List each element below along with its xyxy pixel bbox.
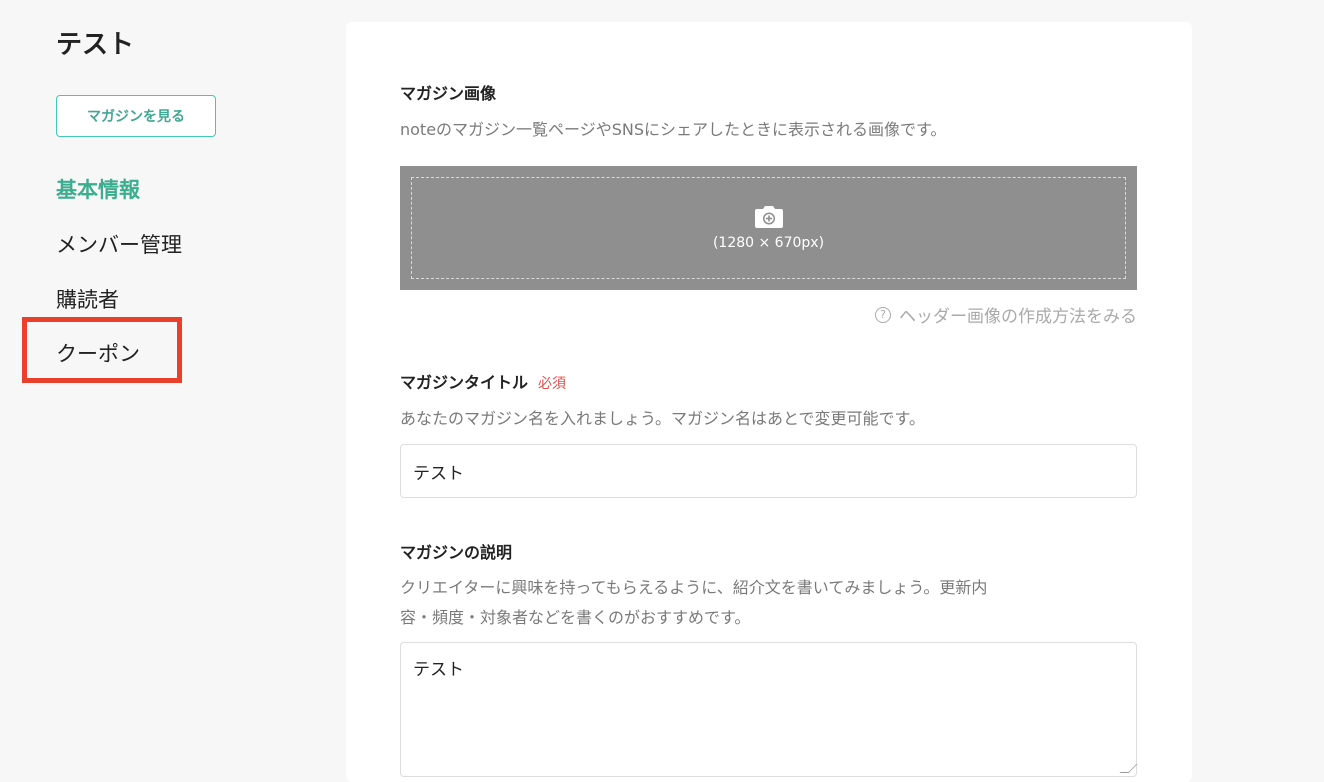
- description-label: マガジンの説明: [400, 543, 513, 562]
- title-description: あなたのマガジン名を入れましょう。マガジン名はあとで変更可能です。: [400, 409, 925, 428]
- image-size-hint: (1280 × 670px): [712, 235, 825, 251]
- title-label-text: マガジンタイトル: [400, 373, 529, 392]
- magazine-description-value: テスト: [413, 660, 464, 680]
- camera-add-icon: [754, 206, 783, 228]
- title-label: マガジンタイトル 必須: [400, 369, 566, 393]
- nav-item-basic-info[interactable]: 基本情報: [56, 174, 140, 204]
- sidebar: テスト マガジンを見る 基本情報 メンバー管理 購読者 クーポン: [0, 0, 300, 770]
- magazine-title: テスト: [56, 30, 135, 60]
- description-help-line1: クリエイターに興味を持ってもらえるように、紹介文を書いてみましょう。更新内: [400, 578, 988, 597]
- magazine-title-value: テスト: [413, 463, 464, 484]
- nav-item-subscribers[interactable]: 購読者: [56, 284, 119, 314]
- magazine-title-input[interactable]: テスト: [400, 444, 1137, 498]
- description-help-line2: 容・頻度・対象者などを書くのがおすすめです。: [400, 608, 751, 627]
- image-upload-area[interactable]: (1280 × 670px): [400, 166, 1137, 290]
- settings-panel: マガジン画像 noteのマガジン一覧ページやSNSにシェアしたときに表示される画…: [346, 22, 1192, 782]
- resize-handle[interactable]: [1119, 764, 1138, 773]
- header-image-help-link[interactable]: ? ヘッダー画像の作成方法をみる: [875, 302, 1137, 327]
- image-dropzone[interactable]: (1280 × 670px): [411, 177, 1126, 279]
- nav-item-members[interactable]: メンバー管理: [56, 229, 182, 259]
- required-badge: 必須: [538, 376, 567, 392]
- view-magazine-button[interactable]: マガジンを見る: [56, 95, 216, 137]
- magazine-description-textarea[interactable]: テスト: [400, 642, 1138, 777]
- image-label: マガジン画像: [400, 84, 497, 103]
- coupon-highlight-box: [22, 317, 182, 383]
- help-link-text: ヘッダー画像の作成方法をみる: [899, 307, 1137, 327]
- image-description: noteのマガジン一覧ページやSNSにシェアしたときに表示される画像です。: [400, 120, 947, 139]
- question-icon: ?: [875, 306, 891, 323]
